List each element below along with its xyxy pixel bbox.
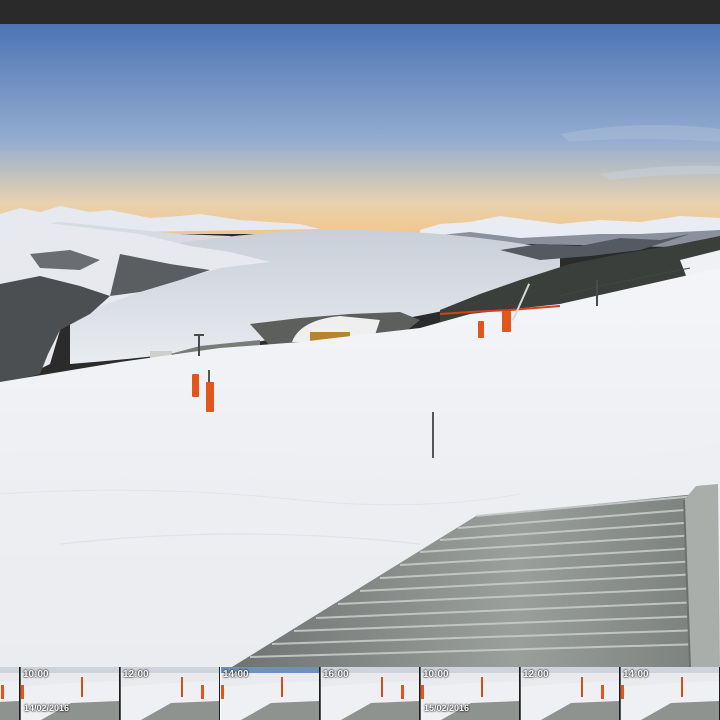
thumbnail-date-label: 14/02/2016 bbox=[24, 703, 70, 713]
top-toolbar bbox=[0, 0, 720, 25]
thumbnail-date-label: 15/02/2016 bbox=[424, 703, 470, 713]
thumbnail-time: 14:00 bbox=[223, 669, 249, 680]
thumbnail-image bbox=[0, 667, 19, 720]
thumbnail-time: 16:00 bbox=[323, 669, 349, 680]
thumbnail-time: 12:00 bbox=[123, 669, 149, 680]
thumbnail-time: 10:00 bbox=[423, 669, 449, 680]
thumbnail-time: 12:00 bbox=[523, 669, 549, 680]
thumbnail-strip: 10:00 12:00 14:00 16:00 10:00 12:00 14:00 14/02… bbox=[0, 667, 720, 720]
thumbnail-time: 10:00 bbox=[23, 669, 49, 680]
thumbnail-4[interactable]: 16:00 bbox=[320, 667, 419, 720]
thumbnail-6[interactable]: 12:00 bbox=[520, 667, 619, 720]
thumbnail-time: 14:00 bbox=[623, 669, 649, 680]
thumbnail-0[interactable] bbox=[0, 667, 19, 720]
thumbnail-3[interactable]: 14:00 bbox=[220, 667, 319, 720]
webcam-image-viewer[interactable] bbox=[0, 24, 720, 667]
thumbnail-2[interactable]: 12:00 bbox=[120, 667, 219, 720]
thumbnail-7[interactable]: 14:00 bbox=[620, 667, 719, 720]
webcam-panorama-image bbox=[0, 24, 720, 667]
